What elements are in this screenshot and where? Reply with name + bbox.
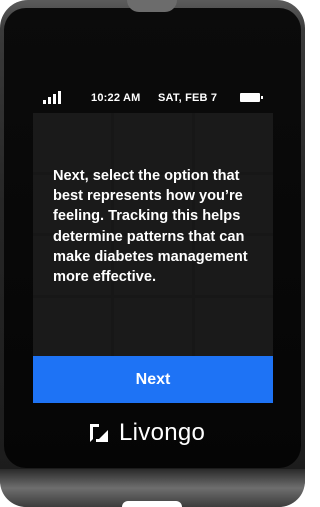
status-date: SAT, FEB 7 <box>158 92 218 104</box>
status-time: 10:22 AM <box>91 92 141 104</box>
instruction-message: Next, select the option that best repres… <box>53 168 248 286</box>
brand-logo: Livongo <box>88 418 205 448</box>
brand-name: Livongo <box>119 419 206 446</box>
next-button[interactable]: Next <box>33 356 273 403</box>
battery-full-icon <box>240 93 263 102</box>
device-bottom-cut <box>122 501 182 507</box>
livongo-logo-icon <box>90 424 108 442</box>
device-top-notch <box>127 0 177 12</box>
screen: Next, select the option that best repres… <box>33 113 273 403</box>
status-bar: 10:22 AM SAT, FEB 7 <box>33 88 273 110</box>
signal-bars-icon <box>43 91 61 104</box>
